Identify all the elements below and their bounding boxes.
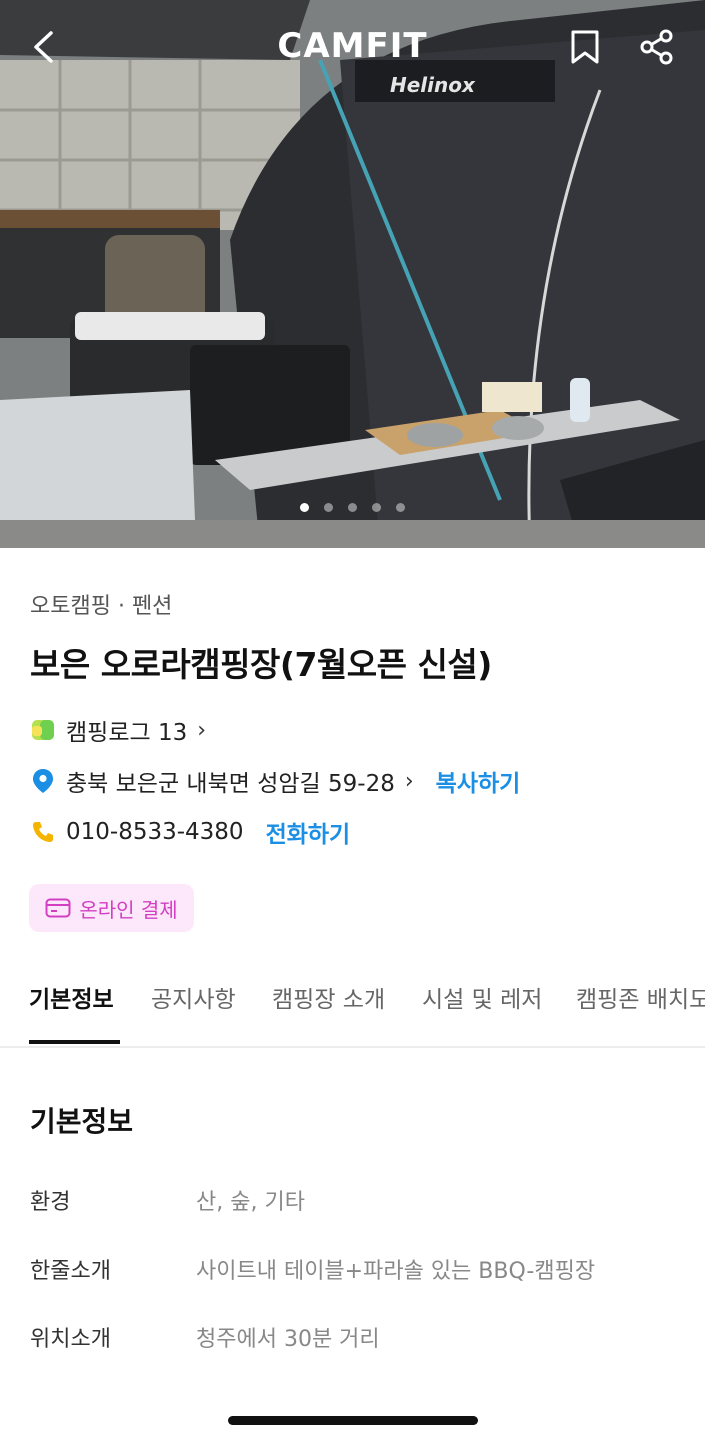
copy-address-button[interactable]: 복사하기 — [436, 764, 521, 798]
bookmark-button[interactable] — [561, 23, 609, 71]
tab-campsite-intro[interactable]: 캠핑장 소개 — [272, 980, 385, 1014]
hero-image-carousel[interactable]: Helinox CAMFIT — [0, 0, 705, 548]
tab-notice[interactable]: 공지사항 — [151, 980, 236, 1014]
info-key: 위치소개 — [30, 1327, 111, 1352]
chevron-right-icon: › — [197, 717, 207, 743]
campsite-name: 보은 오로라캠핑장(7월오픈 신설) — [30, 645, 492, 684]
campsite-category: 오토캠핑 · 펜션 — [30, 594, 173, 619]
phone-row: 010-8533-4380 전화하기 — [30, 814, 350, 850]
share-icon — [640, 29, 673, 65]
chevron-right-icon: › — [404, 768, 414, 794]
basic-info-title: 기본정보 — [30, 1105, 134, 1138]
address-row: 충북 보은군 내북면 성암길 59-28 › 복사하기 — [30, 763, 520, 799]
call-button[interactable]: 전화하기 — [266, 815, 351, 849]
camping-log-icon — [30, 717, 56, 743]
phone-icon — [30, 819, 56, 845]
carousel-dot[interactable] — [324, 503, 333, 512]
section-tabs: 기본정보 공지사항 캠핑장 소개 시설 및 레저 캠핑존 배치도 — [0, 960, 705, 1048]
location-pin-icon — [30, 768, 56, 794]
tab-facilities-leisure[interactable]: 시설 및 레저 — [422, 980, 542, 1014]
info-key: 환경 — [30, 1190, 71, 1215]
carousel-indicator — [0, 503, 705, 512]
camping-log-link[interactable]: 캠핑로그 13 › — [30, 712, 206, 748]
carousel-dot[interactable] — [300, 503, 309, 512]
active-tab-indicator — [29, 1040, 120, 1044]
camping-log-label: 캠핑로그 13 — [66, 720, 188, 746]
carousel-dot[interactable] — [372, 503, 381, 512]
campsite-header: 오토캠핑 · 펜션 보은 오로라캠핑장(7월오픈 신설) — [30, 588, 680, 686]
address-text[interactable]: 충북 보은군 내북면 성암길 59-28 — [66, 764, 395, 798]
phone-number: 010-8533-4380 — [66, 819, 244, 845]
online-payment-label: 온라인 결제 — [79, 897, 178, 922]
info-value: 사이트내 테이블+파라솔 있는 BBQ-캠핑장 — [196, 1259, 596, 1284]
info-key: 한줄소개 — [30, 1259, 111, 1284]
bookmark-icon — [571, 30, 599, 64]
carousel-dot[interactable] — [348, 503, 357, 512]
tab-basic-info[interactable]: 기본정보 — [29, 980, 114, 1014]
share-button[interactable] — [633, 23, 681, 71]
card-icon — [45, 897, 71, 919]
carousel-dot[interactable] — [396, 503, 405, 512]
tab-campzone-layout[interactable]: 캠핑존 배치도 — [576, 980, 705, 1014]
home-indicator — [228, 1416, 478, 1425]
info-value: 산, 숲, 기타 — [196, 1190, 305, 1215]
online-payment-badge: 온라인 결제 — [29, 884, 194, 932]
top-navigation-bar: CAMFIT — [0, 0, 705, 96]
info-value: 청주에서 30분 거리 — [196, 1327, 380, 1352]
